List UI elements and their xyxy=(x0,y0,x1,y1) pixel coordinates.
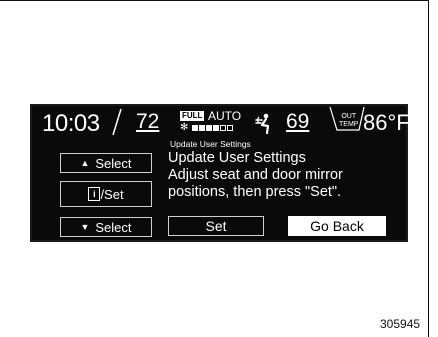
set-button[interactable]: Set xyxy=(168,216,264,236)
up-triangle-icon: ▲ xyxy=(80,158,90,168)
info-icon: i xyxy=(88,187,101,201)
fan-icon: ✻ xyxy=(180,122,189,133)
fan-level-bar xyxy=(213,125,219,131)
fan-status: FULL AUTO ✻ xyxy=(180,109,250,137)
clock: 10:03 xyxy=(42,110,100,137)
info-set-label: /Set xyxy=(100,186,124,202)
display-screen: 10:03 72 FULL AUTO ✻ 69 OUT TEMP 86°F Up… xyxy=(30,104,410,242)
go-back-button[interactable]: Go Back xyxy=(288,216,386,236)
fan-level-bar xyxy=(199,125,205,131)
select-up-button[interactable]: ▲ Select xyxy=(60,153,152,173)
airflow-icon xyxy=(255,113,270,134)
message-title: Update User Settings xyxy=(168,150,306,166)
screen-subtitle: Update User Settings xyxy=(170,139,251,149)
out-label-line1: OUT xyxy=(341,113,357,120)
status-bar: 10:03 72 FULL AUTO ✻ 69 OUT TEMP 86°F xyxy=(32,106,410,140)
select-up-label: Select xyxy=(95,155,132,171)
message-area: Update User Settings Adjust seat and doo… xyxy=(168,150,404,201)
figure-id: 305945 xyxy=(380,317,421,331)
driver-temp: 72 xyxy=(136,110,160,133)
fan-level-bars xyxy=(192,125,233,131)
fan-level-bar xyxy=(220,125,226,131)
fan-level-bar xyxy=(227,125,233,131)
fan-level-bar xyxy=(206,125,212,131)
out-temp-label: OUT TEMP xyxy=(339,113,358,129)
message-line-2: positions, then press "Set". xyxy=(168,184,342,200)
full-badge: FULL xyxy=(180,111,205,121)
out-label-line2: TEMP xyxy=(339,121,359,128)
passenger-temp: 69 xyxy=(286,110,310,133)
fan-level-bar xyxy=(192,125,198,131)
message-line-1: Adjust seat and door mirror xyxy=(168,167,343,183)
select-down-button[interactable]: ▼ Select xyxy=(60,217,152,237)
info-set-button[interactable]: i /Set xyxy=(60,181,152,207)
fan-mode: AUTO xyxy=(208,109,242,123)
outside-temp: 86°F xyxy=(363,110,410,135)
slash-divider xyxy=(112,108,122,136)
down-triangle-icon: ▼ xyxy=(80,222,90,232)
select-down-label: Select xyxy=(95,219,132,235)
